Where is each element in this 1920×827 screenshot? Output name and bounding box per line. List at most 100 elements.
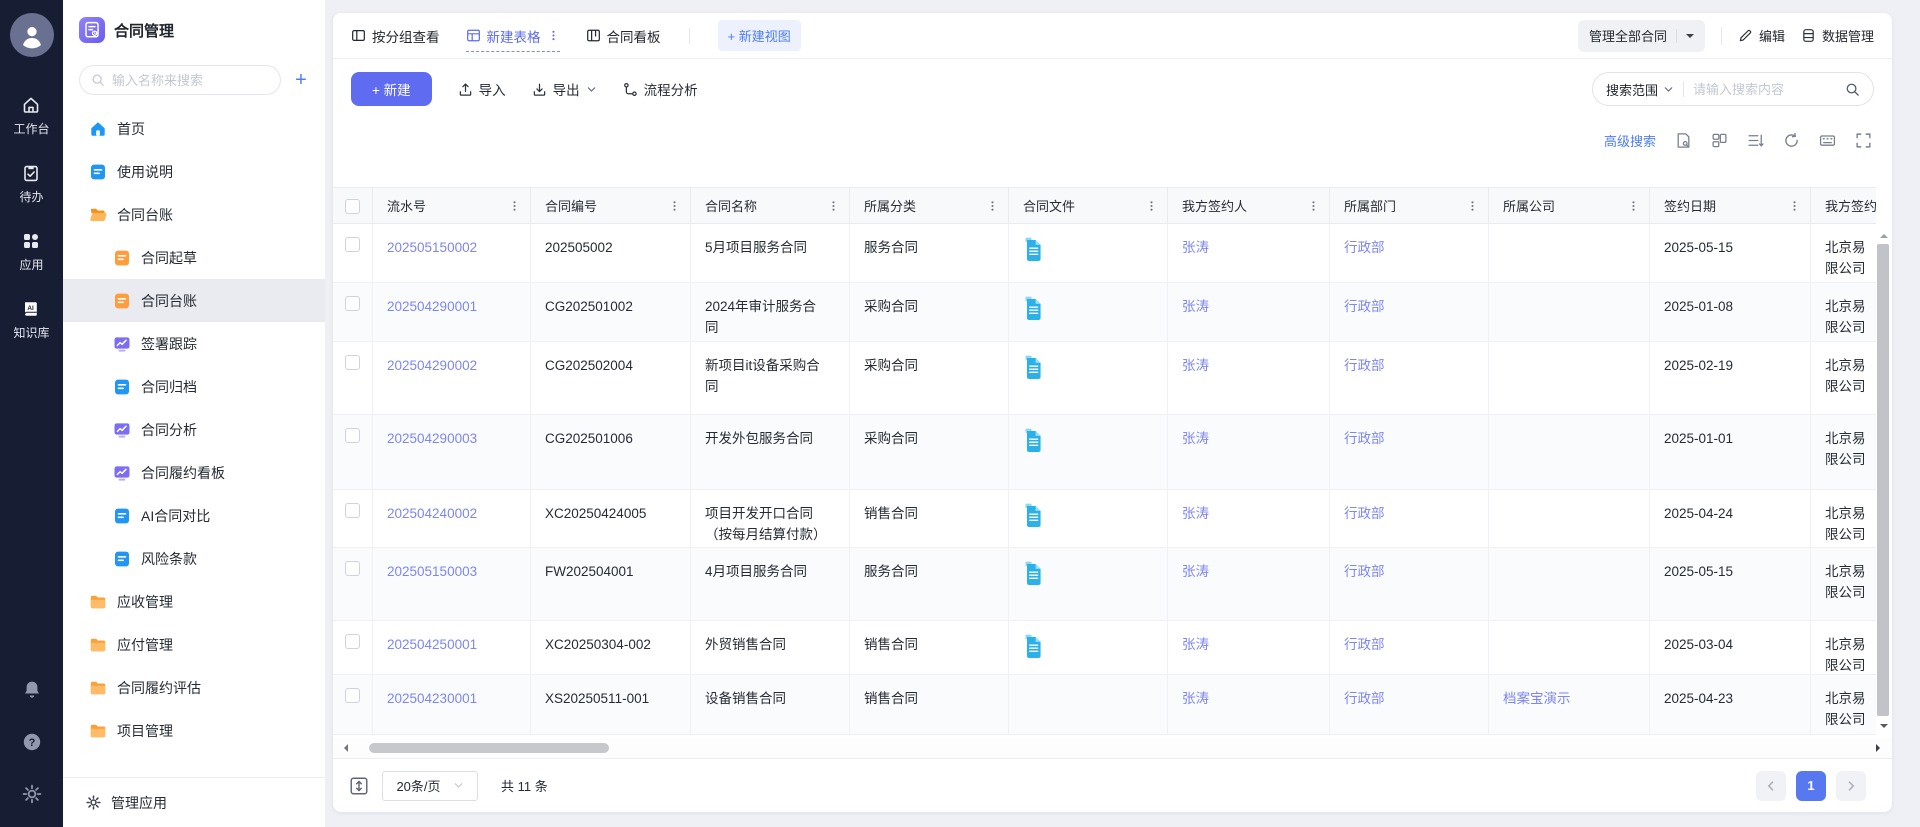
refresh-icon[interactable] [1783,132,1800,149]
table-row[interactable]: 202504240002XC20250424005项目开发开口合同（按每月结算付… [333,490,1876,548]
column-menu-icon[interactable] [1627,199,1640,212]
sidebar-item-合同台账[interactable]: 合同台账 [63,279,325,322]
column-header-合同名称[interactable]: 合同名称 [691,188,850,223]
column-menu-icon[interactable] [668,199,681,212]
scroll-down-arrow-icon[interactable] [1880,724,1888,732]
column-header-所属部门[interactable]: 所属部门 [1330,188,1489,223]
column-header-我方签约人[interactable]: 我方签约人 [1168,188,1330,223]
column-menu-icon[interactable] [508,199,521,212]
tab-合同看板[interactable]: 合同看板 [586,13,661,58]
sidebar-item-合同归档[interactable]: 合同归档 [63,365,325,408]
contract-file-icon[interactable] [1023,503,1044,528]
column-menu-icon[interactable] [827,199,840,212]
sidebar-search-input[interactable] [112,73,269,88]
tab-more-icon[interactable] [547,29,560,42]
advanced-search-link[interactable]: 高级搜索 [1604,131,1656,150]
rail-item-apps[interactable]: 应用 [19,231,43,273]
column-menu-icon[interactable] [1145,199,1158,212]
cell-link[interactable]: 202505150002 [387,240,477,255]
bell-icon[interactable] [21,679,43,701]
sidebar-item-签署跟踪[interactable]: 签署跟踪 [63,322,325,365]
column-header-流水号[interactable]: 流水号 [373,188,531,223]
cell-link[interactable]: 张涛 [1182,564,1209,579]
row-checkbox[interactable] [345,503,360,518]
sidebar-item-合同履约看板[interactable]: 合同履约看板 [63,451,325,494]
rail-item-book[interactable]: AI知识库 [13,299,49,341]
horizontal-scroll-thumb[interactable] [369,743,609,753]
table-row[interactable]: 202504230001XS20250511-001设备销售合同销售合同张涛行政… [333,675,1876,735]
column-menu-icon[interactable] [1466,199,1479,212]
contract-file-icon[interactable] [1023,634,1044,659]
cell-link[interactable]: 202505150003 [387,564,477,579]
table-row[interactable]: 2025051500022025050025月项目服务合同服务合同张涛行政部20… [333,224,1876,283]
select-all-checkbox[interactable] [345,199,360,214]
table-row[interactable]: 202504290001CG2025010022024年审计服务合同采购合同张涛… [333,283,1876,342]
row-height-icon[interactable] [349,776,369,796]
cell-link[interactable]: 行政部 [1344,299,1385,314]
column-header-签约日期[interactable]: 签约日期 [1650,188,1811,223]
column-menu-icon[interactable] [986,199,999,212]
contract-file-icon[interactable] [1023,296,1044,321]
sidebar-item-合同履约评估[interactable]: 合同履约评估 [63,666,325,709]
cell-link[interactable]: 行政部 [1344,431,1385,446]
scroll-left-arrow-icon[interactable] [340,744,348,752]
rail-item-clipboard[interactable]: 待办 [19,163,43,205]
sidebar-item-项目管理[interactable]: 项目管理 [63,709,325,752]
cell-link[interactable]: 行政部 [1344,564,1385,579]
sidebar-search[interactable] [79,65,281,95]
row-checkbox[interactable] [345,688,360,703]
cell-link[interactable]: 行政部 [1344,506,1385,521]
search-icon[interactable] [1845,82,1860,97]
sidebar-item-应收管理[interactable]: 应收管理 [63,580,325,623]
manage-apps-button[interactable]: 管理应用 [63,777,325,827]
search-scope-dropdown[interactable]: 搜索范围 [1606,80,1674,99]
rail-item-home[interactable]: 工作台 [13,95,49,137]
fullscreen-icon[interactable] [1855,132,1872,149]
imp-button[interactable]: 导入 [458,79,506,99]
user-avatar[interactable] [10,13,54,57]
cell-link[interactable]: 202504290003 [387,431,477,446]
boardView-icon[interactable] [1711,132,1728,149]
cell-link[interactable]: 202504230001 [387,691,477,706]
new-button[interactable]: + 新建 [351,72,432,106]
column-header-所属分类[interactable]: 所属分类 [850,188,1009,223]
data-management-button[interactable]: 数据管理 [1801,26,1874,45]
cell-link[interactable]: 行政部 [1344,240,1385,255]
sidebar-item-首页[interactable]: 首页 [63,107,325,150]
table-row[interactable]: 202505150003FW2025040014月项目服务合同服务合同张涛行政部… [333,548,1876,621]
contract-file-icon[interactable] [1023,355,1044,380]
row-checkbox[interactable] [345,561,360,576]
prev-page-button[interactable] [1756,771,1786,801]
gear-icon[interactable] [21,783,43,805]
next-page-button[interactable] [1836,771,1866,801]
scroll-up-arrow-icon[interactable] [1880,230,1888,238]
column-header-我方签约主体[interactable]: 我方签约主体 [1811,188,1876,223]
page-size-select[interactable]: 20条/页 [382,771,478,801]
column-menu-icon[interactable] [1788,199,1801,212]
docScan-icon[interactable] [1675,132,1692,149]
row-checkbox[interactable] [345,296,360,311]
row-checkbox[interactable] [345,355,360,370]
keyboard-icon[interactable] [1819,132,1836,149]
contract-file-icon[interactable] [1023,561,1044,586]
vertical-scrollbar[interactable] [1876,224,1892,738]
cell-link[interactable]: 202504290001 [387,299,477,314]
horizontal-scrollbar[interactable] [333,738,1892,758]
caret-down-icon[interactable] [1686,34,1694,42]
cell-link[interactable]: 202504240002 [387,506,477,521]
table-row[interactable]: 202504290003CG202501006开发外包服务合同采购合同张涛行政部… [333,415,1876,490]
cell-link[interactable]: 行政部 [1344,358,1385,373]
cell-link[interactable]: 张涛 [1182,299,1209,314]
tab-按分组查看[interactable]: 按分组查看 [351,13,440,58]
cell-link[interactable]: 档案宝演示 [1503,691,1571,706]
exp-button[interactable]: 导出 [532,79,597,99]
cell-link[interactable]: 张涛 [1182,358,1209,373]
current-page-button[interactable]: 1 [1796,771,1826,801]
cell-link[interactable]: 202504250001 [387,637,477,652]
add-button[interactable]: + [291,70,311,90]
sidebar-item-使用说明[interactable]: 使用说明 [63,150,325,193]
new-view-button[interactable]: + 新建视图 [718,20,801,51]
rowSettings-icon[interactable] [1747,132,1764,149]
column-header-合同编号[interactable]: 合同编号 [531,188,691,223]
table-row[interactable]: 202504290002CG202502004新项目it设备采购合同采购合同张涛… [333,342,1876,415]
